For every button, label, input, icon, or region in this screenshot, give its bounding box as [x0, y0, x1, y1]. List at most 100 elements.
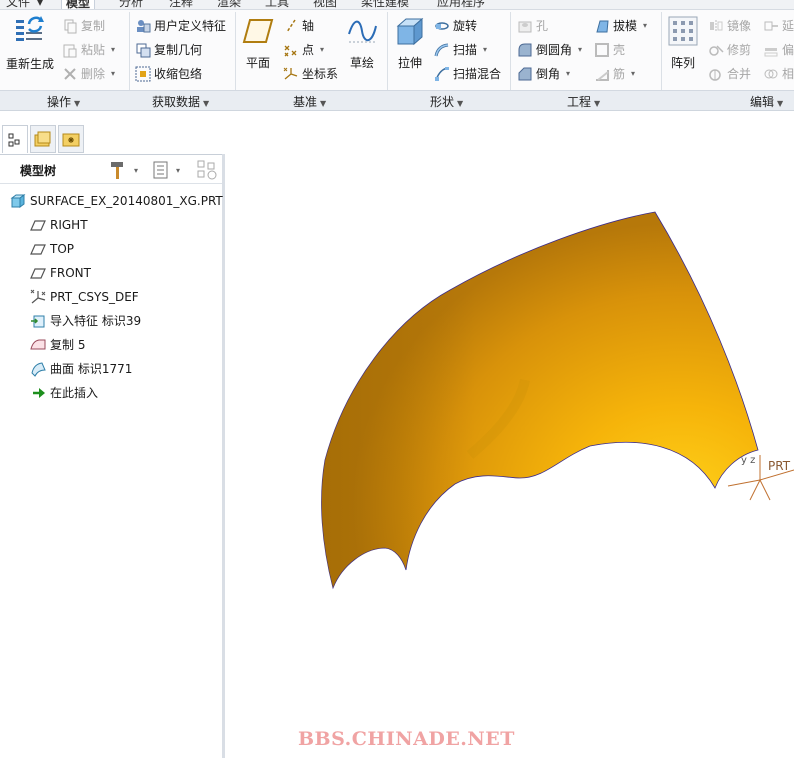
- intersect-label: 相交: [782, 67, 794, 81]
- insert-here-arrow-icon: [30, 385, 46, 401]
- delete-label: 删除: [81, 67, 106, 81]
- draft-button[interactable]: 拔模 ▾: [594, 16, 647, 36]
- chevron-down-icon: ▾: [111, 45, 116, 54]
- sweep-button[interactable]: 扫描 ▾: [434, 40, 487, 60]
- chevron-down-icon: ▼: [320, 99, 327, 108]
- tree-item-label: 导入特征 标识39: [50, 314, 142, 328]
- csys-icon: [30, 289, 46, 305]
- tab-tools[interactable]: 工具: [261, 0, 293, 9]
- tree-filter-button[interactable]: [196, 159, 218, 184]
- tab-flexible-modeling[interactable]: 柔性建模: [357, 0, 413, 9]
- copy-button[interactable]: 复制: [62, 16, 105, 36]
- revolve-button[interactable]: 旋转: [434, 16, 477, 36]
- round-button[interactable]: 倒圆角 ▾: [517, 40, 582, 60]
- tree-item-copy[interactable]: 复制 5: [30, 335, 85, 355]
- csys-label: PRT: [768, 459, 791, 473]
- swept-blend-icon: [434, 66, 450, 82]
- extend-icon: [763, 18, 779, 34]
- tree-item-surface[interactable]: 曲面 标识1771: [30, 359, 132, 379]
- tab-file-dropdown[interactable]: ▾: [33, 0, 47, 9]
- regenerate-button[interactable]: 重新生成: [4, 14, 56, 72]
- paste-icon: [62, 42, 78, 58]
- chevron-down-icon: ▼: [203, 99, 210, 108]
- tree-item-top[interactable]: TOP: [30, 239, 74, 259]
- datum-plane-button[interactable]: 平面: [240, 16, 276, 71]
- paste-label: 粘贴: [81, 43, 106, 57]
- tab-annotate[interactable]: 注释: [165, 0, 197, 9]
- tab-file[interactable]: 文件: [2, 0, 34, 9]
- tab-model[interactable]: 模型: [61, 0, 96, 9]
- model-tree-title: 模型树: [20, 164, 57, 178]
- tab-render[interactable]: 渲染: [213, 0, 245, 9]
- group-editing[interactable]: 编辑 ▼: [750, 93, 783, 110]
- round-label: 倒圆角: [536, 43, 573, 57]
- tab-model-tree[interactable]: [2, 125, 28, 153]
- csys-button[interactable]: 坐标系: [283, 64, 338, 84]
- group-datum[interactable]: 基准 ▼: [293, 93, 326, 110]
- sketch-button[interactable]: 草绘: [344, 16, 380, 71]
- rib-button[interactable]: 筋 ▾: [594, 64, 635, 84]
- offset-label: 偏移: [782, 43, 794, 57]
- tab-favorites[interactable]: [58, 125, 84, 153]
- udf-button[interactable]: 用户定义特征: [135, 16, 226, 36]
- tab-view[interactable]: 视图: [309, 0, 341, 9]
- paste-button[interactable]: 粘贴 ▾: [62, 40, 115, 60]
- group-get-data[interactable]: 获取数据 ▼: [152, 93, 209, 110]
- swept-blend-button[interactable]: 扫描混合: [434, 64, 501, 84]
- group-shapes[interactable]: 形状 ▼: [430, 93, 463, 110]
- shell-button[interactable]: 壳: [594, 40, 625, 60]
- chevron-down-icon: ▾: [643, 21, 648, 30]
- chamfer-button[interactable]: 倒角 ▾: [517, 64, 570, 84]
- offset-icon: [763, 42, 779, 58]
- tree-item-label: RIGHT: [50, 218, 88, 232]
- trim-label: 修剪: [727, 43, 752, 57]
- tree-show-button[interactable]: ▾: [152, 160, 180, 180]
- tree-settings-button[interactable]: ▾: [108, 160, 138, 180]
- intersect-button[interactable]: 相交: [763, 64, 794, 84]
- offset-button[interactable]: 偏移: [763, 40, 794, 60]
- copy-geometry-button[interactable]: 复制几何: [135, 40, 202, 60]
- mirror-button[interactable]: 镜像: [708, 16, 751, 36]
- shrinkwrap-button[interactable]: 收缩包络: [135, 64, 202, 84]
- tree-item-label: SURFACE_EX_20140801_XG.PRT: [30, 194, 223, 208]
- sketch-icon: [348, 20, 377, 43]
- tab-applications[interactable]: 应用程序: [433, 0, 489, 9]
- tree-item-csys[interactable]: PRT_CSYS_DEF: [30, 287, 139, 307]
- tab-folder-browser[interactable]: [30, 125, 56, 153]
- draft-icon: [594, 18, 610, 34]
- trim-button[interactable]: 修剪: [708, 40, 751, 60]
- tree-item-label: 曲面 标识1771: [50, 362, 133, 376]
- axis-button[interactable]: 轴: [283, 16, 314, 36]
- copy-feature-icon: [30, 337, 46, 353]
- axis-icon: [283, 18, 299, 34]
- pattern-icon: [668, 16, 698, 46]
- tree-item-insert-here[interactable]: 在此插入: [30, 383, 98, 403]
- hole-button[interactable]: 孔: [517, 16, 548, 36]
- udf-icon: [135, 18, 151, 34]
- tree-item-import-feature[interactable]: 导入特征 标识39: [30, 311, 141, 331]
- ribbon-group-labels: 操作 ▼ 获取数据 ▼ 基准 ▼ 形状 ▼ 工程 ▼ 编辑 ▼: [0, 90, 794, 111]
- tab-analysis[interactable]: 分析: [115, 0, 147, 9]
- chevron-down-icon: ▼: [74, 99, 81, 108]
- pattern-button[interactable]: 阵列: [665, 16, 701, 71]
- extend-button[interactable]: 延伸: [763, 16, 794, 36]
- datum-point-button[interactable]: 点 ▾: [283, 40, 324, 60]
- revolve-icon: [434, 18, 450, 34]
- merge-button[interactable]: 合并: [708, 64, 751, 84]
- delete-button[interactable]: 删除 ▾: [62, 64, 115, 84]
- model-surface-graphic: y z PRT: [321, 211, 794, 590]
- group-operations[interactable]: 操作 ▼: [47, 93, 80, 110]
- datum-plane-icon: [30, 265, 46, 281]
- tree-item-front[interactable]: FRONT: [30, 263, 91, 283]
- chevron-down-icon: ▾: [134, 165, 139, 175]
- graphics-viewport[interactable]: y z PRT: [225, 112, 794, 758]
- copy-geometry-label: 复制几何: [154, 43, 203, 57]
- merge-icon: [708, 66, 724, 82]
- extrude-label: 拉伸: [397, 56, 422, 70]
- hole-icon: [517, 18, 533, 34]
- group-engineering[interactable]: 工程 ▼: [567, 93, 600, 110]
- tree-item-label: PRT_CSYS_DEF: [50, 290, 139, 304]
- extrude-button[interactable]: 拉伸: [391, 16, 429, 71]
- tree-item-part[interactable]: SURFACE_EX_20140801_XG.PRT: [10, 191, 223, 211]
- tree-item-right[interactable]: RIGHT: [30, 215, 88, 235]
